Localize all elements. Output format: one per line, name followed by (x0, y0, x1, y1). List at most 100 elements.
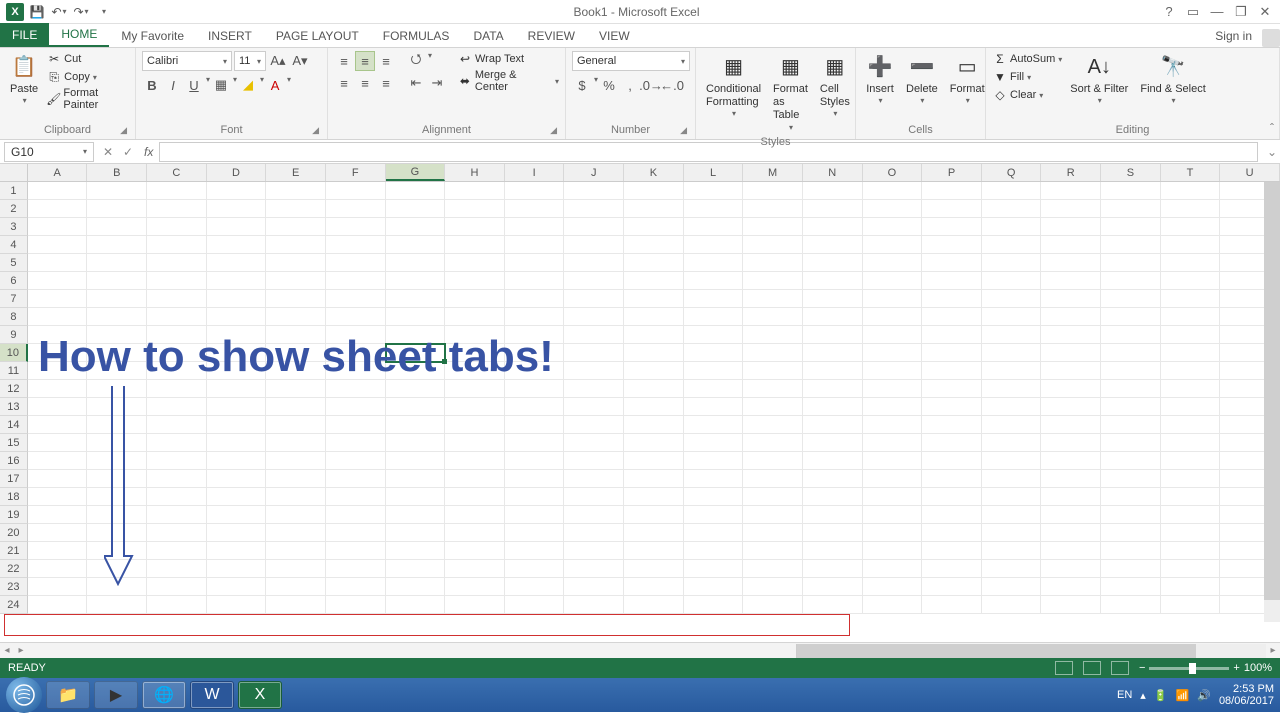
cell[interactable] (505, 236, 565, 254)
cell[interactable] (1161, 416, 1221, 434)
cell[interactable] (87, 308, 147, 326)
conditional-formatting-button[interactable]: ▦Conditional Formatting▾ (702, 51, 765, 121)
number-format-combo[interactable]: General▾ (572, 51, 690, 71)
cell[interactable] (564, 308, 624, 326)
column-header[interactable]: Q (982, 164, 1042, 181)
cell[interactable] (505, 506, 565, 524)
close-icon[interactable]: ✕ (1256, 4, 1274, 20)
cell[interactable] (386, 272, 446, 290)
cell[interactable] (922, 236, 982, 254)
cell[interactable] (803, 524, 863, 542)
align-top-icon[interactable]: ≡ (334, 51, 354, 71)
expand-formula-bar-icon[interactable]: ⌄ (1264, 145, 1280, 159)
cell[interactable] (1161, 236, 1221, 254)
align-left-icon[interactable]: ≡ (334, 73, 354, 93)
align-center-icon[interactable]: ≡ (355, 73, 375, 93)
cell[interactable] (803, 470, 863, 488)
cell[interactable] (266, 200, 326, 218)
cell[interactable] (147, 542, 207, 560)
cell[interactable] (922, 398, 982, 416)
row-header[interactable]: 22 (0, 560, 28, 578)
cell[interactable] (445, 524, 505, 542)
cell[interactable] (863, 506, 923, 524)
cell[interactable] (386, 290, 446, 308)
cell[interactable] (28, 182, 88, 200)
cell[interactable] (1041, 254, 1101, 272)
cell[interactable] (326, 452, 386, 470)
cell[interactable] (326, 290, 386, 308)
shrink-font-icon[interactable]: A▾ (290, 51, 310, 71)
cell[interactable] (684, 236, 744, 254)
cell[interactable] (624, 560, 684, 578)
cell[interactable] (803, 488, 863, 506)
cell[interactable] (28, 524, 88, 542)
cell[interactable] (505, 380, 565, 398)
cell[interactable] (684, 434, 744, 452)
cell[interactable] (1041, 398, 1101, 416)
cell[interactable] (922, 434, 982, 452)
cell[interactable] (624, 236, 684, 254)
worksheet-grid[interactable]: ABCDEFGHIJKLMNOPQRSTU 123456789101112131… (0, 164, 1280, 642)
minimize-icon[interactable]: — (1208, 4, 1226, 19)
cell[interactable] (743, 380, 803, 398)
cell[interactable] (207, 470, 267, 488)
row-header[interactable]: 15 (0, 434, 28, 452)
qat-customize-icon[interactable]: ▾ (95, 3, 113, 21)
cell[interactable] (624, 542, 684, 560)
column-header[interactable]: B (87, 164, 147, 181)
cell[interactable] (386, 218, 446, 236)
cell[interactable] (87, 254, 147, 272)
cell[interactable] (386, 560, 446, 578)
cell[interactable] (803, 596, 863, 614)
cell[interactable] (1161, 272, 1221, 290)
cell[interactable] (922, 452, 982, 470)
cell[interactable] (445, 254, 505, 272)
column-header[interactable]: H (445, 164, 505, 181)
cell[interactable] (743, 308, 803, 326)
cell[interactable] (445, 452, 505, 470)
help-icon[interactable]: ? (1160, 4, 1178, 19)
taskbar-explorer-icon[interactable]: 📁 (46, 681, 90, 709)
cell[interactable] (863, 254, 923, 272)
row-header[interactable]: 2 (0, 200, 28, 218)
cell[interactable] (803, 272, 863, 290)
cell[interactable] (147, 272, 207, 290)
cell[interactable] (922, 254, 982, 272)
cell[interactable] (1041, 434, 1101, 452)
cell[interactable] (505, 290, 565, 308)
cell[interactable] (386, 470, 446, 488)
tray-clock[interactable]: 2:53 PM08/06/2017 (1219, 683, 1274, 707)
cell[interactable] (1041, 380, 1101, 398)
cell[interactable] (624, 398, 684, 416)
cell[interactable] (445, 578, 505, 596)
row-header[interactable]: 3 (0, 218, 28, 236)
vertical-scrollbar[interactable] (1264, 182, 1280, 622)
cell[interactable] (982, 308, 1042, 326)
cell[interactable] (624, 488, 684, 506)
cell[interactable] (624, 578, 684, 596)
cell[interactable] (266, 416, 326, 434)
cell[interactable] (386, 200, 446, 218)
cell[interactable] (982, 218, 1042, 236)
cell[interactable] (147, 506, 207, 524)
cell[interactable] (147, 200, 207, 218)
cell[interactable] (564, 434, 624, 452)
cell[interactable] (445, 416, 505, 434)
cell[interactable] (28, 542, 88, 560)
paste-button[interactable]: 📋 Paste▾ (6, 51, 42, 108)
cell[interactable] (445, 398, 505, 416)
cell[interactable] (505, 560, 565, 578)
cell[interactable] (564, 452, 624, 470)
cell[interactable] (684, 524, 744, 542)
cell[interactable] (684, 578, 744, 596)
cell[interactable] (147, 488, 207, 506)
cell[interactable] (684, 254, 744, 272)
cell[interactable] (564, 524, 624, 542)
cell[interactable] (1041, 596, 1101, 614)
cell[interactable] (803, 452, 863, 470)
cell[interactable] (982, 596, 1042, 614)
cell[interactable] (1041, 326, 1101, 344)
cell[interactable] (445, 380, 505, 398)
cell[interactable] (147, 380, 207, 398)
cell[interactable] (326, 200, 386, 218)
